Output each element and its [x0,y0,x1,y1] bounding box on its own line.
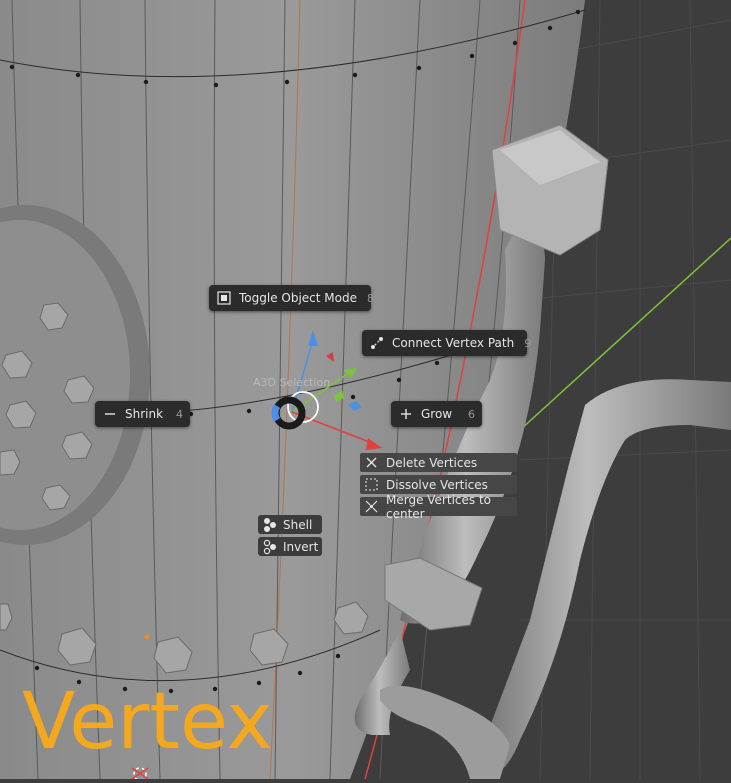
dissolve-vertices-label: Dissolve Vertices [386,477,488,492]
connect-vertex-path-key: 9 [524,336,532,350]
grow-label: Grow [421,407,453,421]
scene-render [0,0,731,781]
merge-icon [364,499,379,514]
toggle-object-mode-key: 8 [367,291,374,305]
shrink-key: 4 [176,407,183,421]
toggle-object-mode-label: Toggle Object Mode [239,291,357,305]
merge-vertices-label: Merge Vertices to center [386,492,491,521]
toggle-object-mode-button[interactable]: Toggle Object Mode 8 [209,285,374,311]
grow-button[interactable]: Grow 6 [391,401,482,427]
3d-viewport[interactable] [0,0,731,781]
shell-label: Shell [283,517,313,532]
overlay-caption: Vertex [22,677,273,767]
connect-path-icon [370,336,384,350]
shrink-label: Shrink [125,407,164,421]
shrink-button[interactable]: Shrink 4 [95,401,190,427]
shell-button[interactable]: Shell [258,515,322,534]
delete-vertices-label: Delete Vertices [386,455,478,470]
plus-icon [399,407,413,421]
pie-menu-title: A3D Selection [253,376,331,389]
grow-key: 6 [468,407,475,421]
minus-icon [103,407,117,421]
connect-vertex-path-button[interactable]: Connect Vertex Path 9 [362,330,531,356]
merge-vertices-button[interactable]: Merge Vertices to center [360,493,517,521]
connect-vertex-path-label: Connect Vertex Path [392,336,515,350]
invert-button[interactable]: Invert [258,537,322,556]
object-mode-icon [217,291,231,305]
delete-vertices-button[interactable]: Delete Vertices [360,453,517,472]
close-icon [364,455,379,470]
invert-icon [262,539,278,555]
invert-label: Invert [283,539,319,554]
dissolve-icon [364,477,379,492]
shell-icon [262,517,278,533]
dissolve-vertices-button[interactable]: Dissolve Vertices [360,475,517,494]
